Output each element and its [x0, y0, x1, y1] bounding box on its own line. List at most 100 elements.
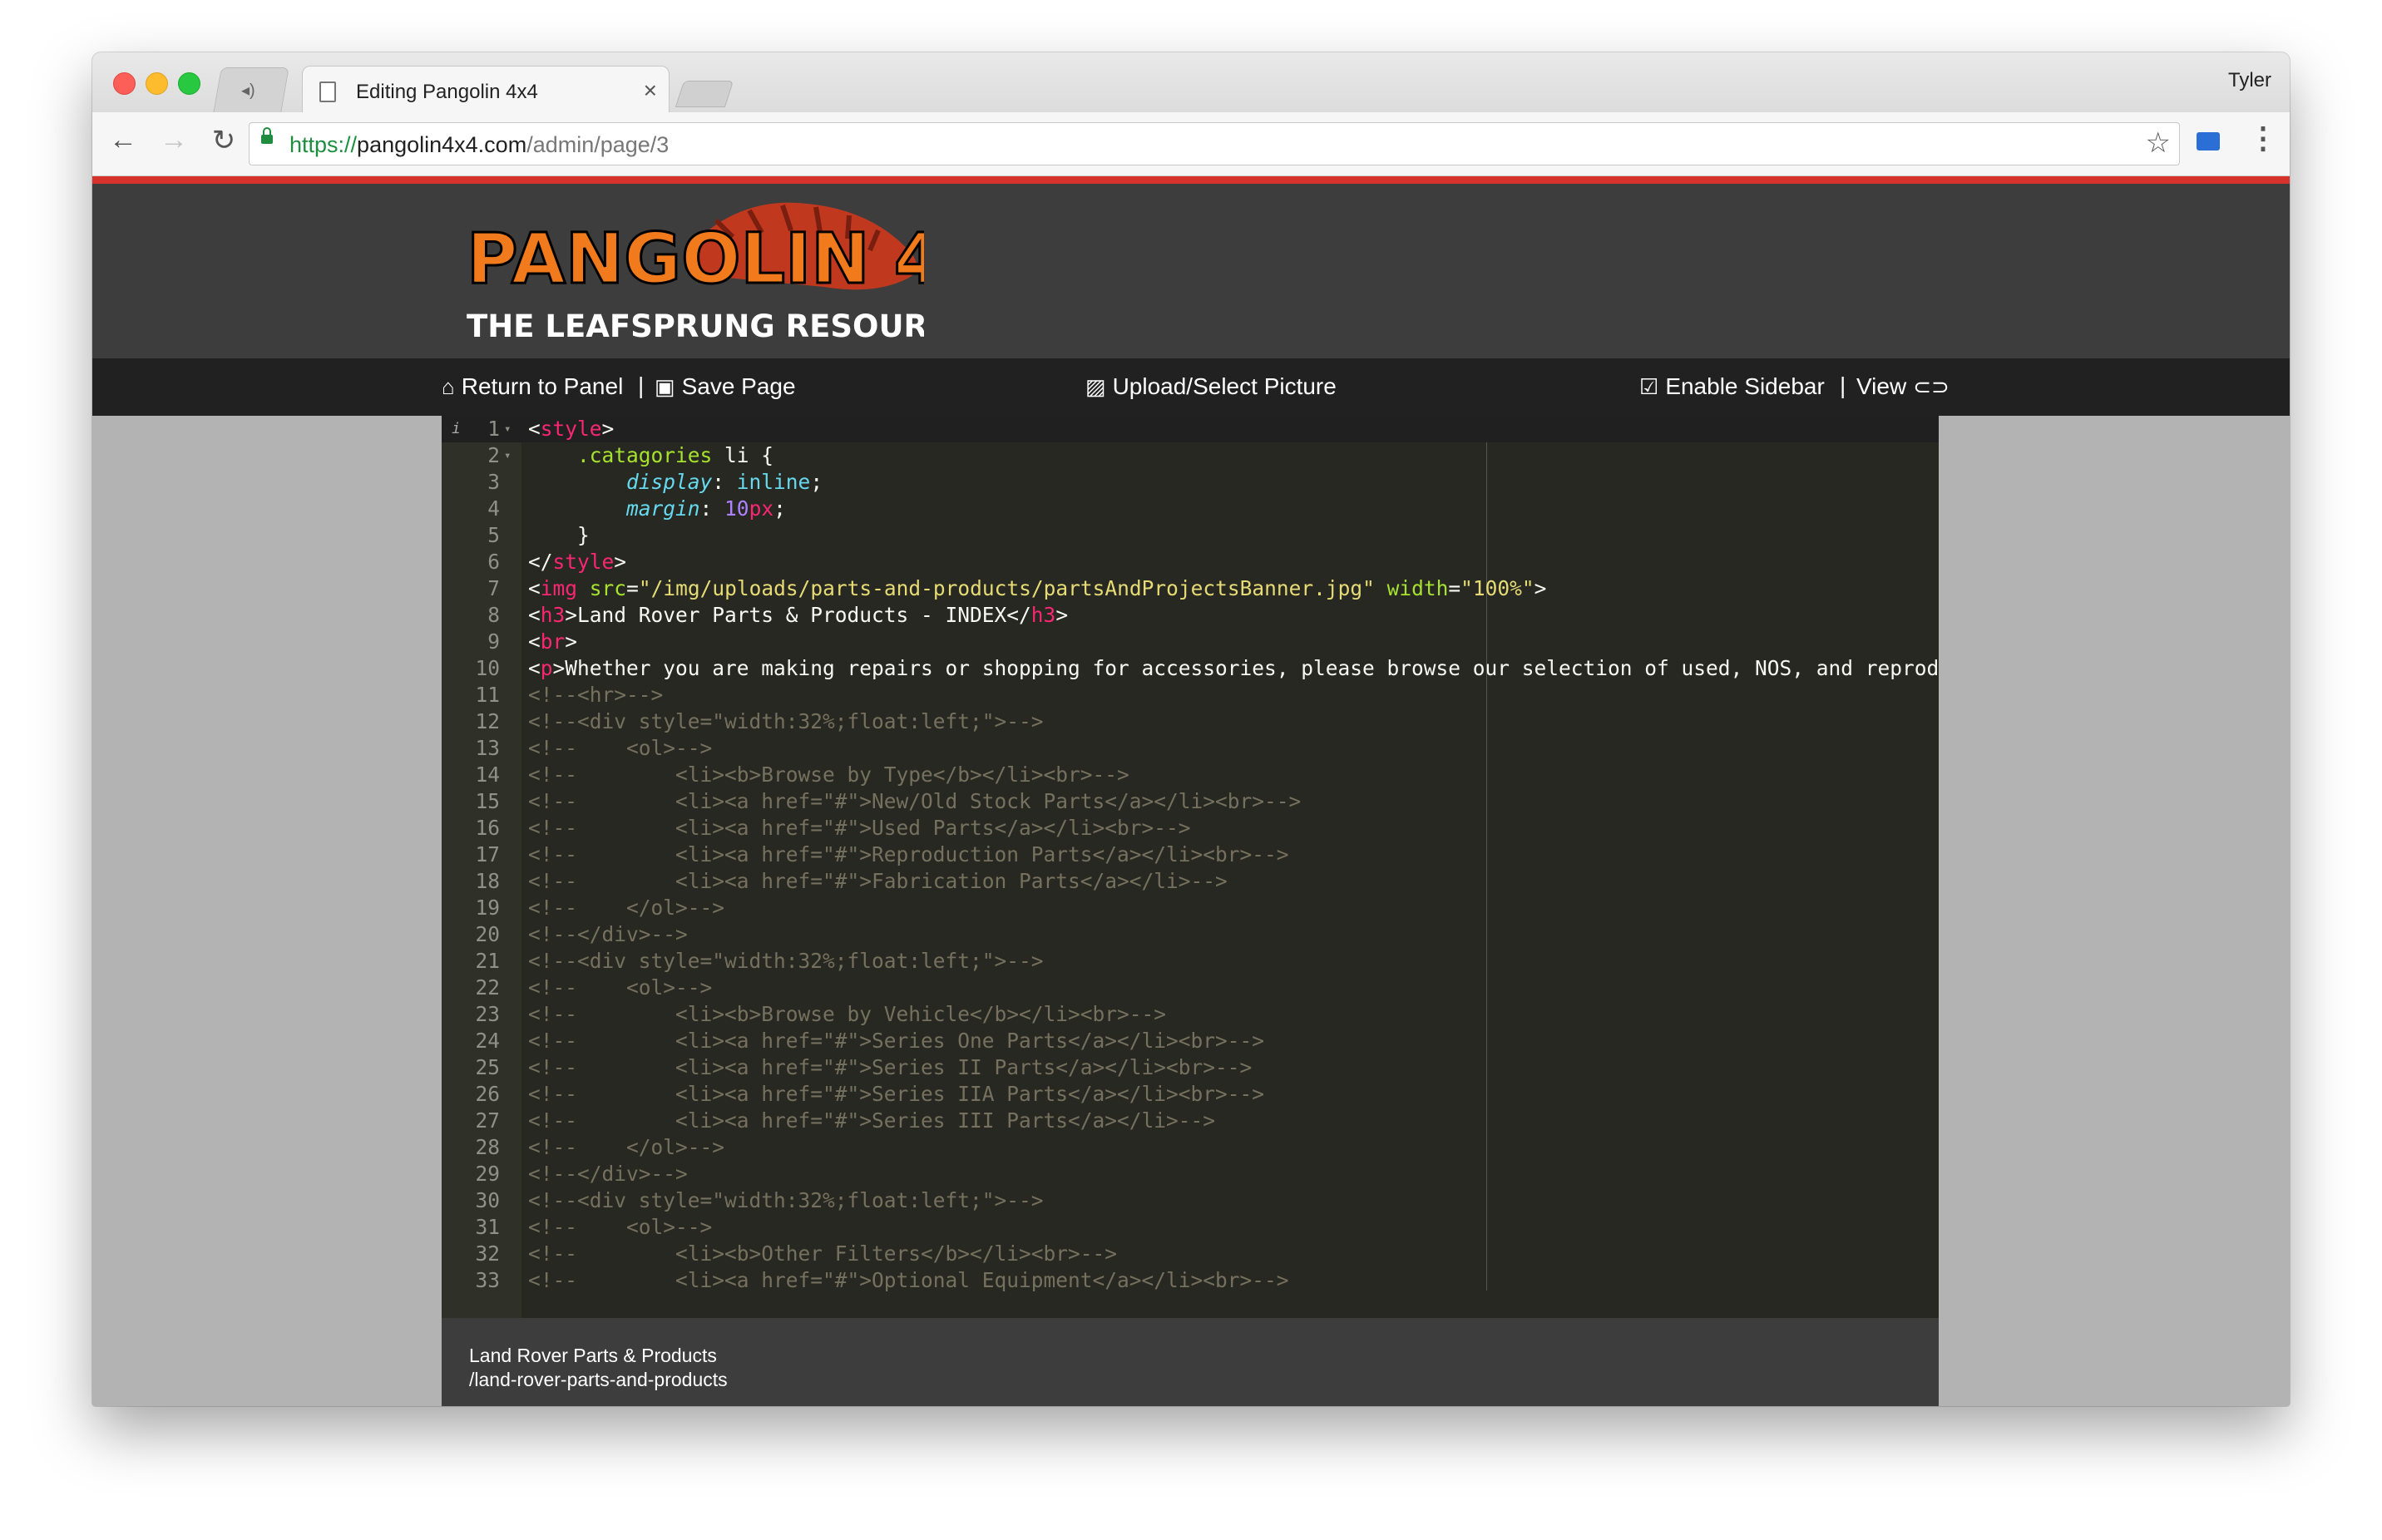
line-number: 19: [475, 896, 500, 920]
code-token: >Whether you are making repairs or shopp…: [552, 656, 1939, 680]
code-line[interactable]: i 1 ▾ <style>: [442, 416, 1939, 442]
code-line[interactable]: 2 ▾ .catagories li {: [442, 442, 1939, 469]
page-title: Land Rover Parts & Products: [469, 1345, 717, 1366]
code-line[interactable]: 11 <!--<hr>-->: [442, 682, 1939, 708]
code-line[interactable]: 16 <!-- <li><a href="#">Used Parts</a></l…: [442, 815, 1939, 842]
code-text: <!-- <li><a href="#">Used Parts</a></li>…: [528, 815, 1191, 842]
profile-name[interactable]: Tyler: [2228, 69, 2271, 92]
code-line[interactable]: 19 <!-- </ol>-->: [442, 895, 1939, 921]
code-text: <br>: [528, 629, 577, 655]
code-line[interactable]: 28 <!-- </ol>-->: [442, 1134, 1939, 1161]
code-line[interactable]: 27 <!-- <li><a href="#">Series III Parts<…: [442, 1108, 1939, 1134]
code-token: <: [528, 629, 541, 654]
save-page-label: Save Page: [681, 373, 796, 399]
code-line[interactable]: 33 <!-- <li><a href="#">Optional Equipmen…: [442, 1267, 1939, 1294]
code-token: px: [749, 496, 774, 521]
code-line[interactable]: 14 <!-- <li><b>Browse by Type</b></li><br…: [442, 762, 1939, 788]
upload-picture-button[interactable]: ▨ Upload/Select Picture: [1085, 373, 1337, 400]
view-label: View: [1856, 373, 1907, 399]
code-text: <!--<div style="width:32%;float:left;">-…: [528, 708, 1044, 735]
code-line[interactable]: 17 <!-- <li><a href="#">Reproduction Part…: [442, 842, 1939, 868]
code-line[interactable]: 18 <!-- <li><a href="#">Fabrication Parts…: [442, 868, 1939, 895]
back-arrow-icon[interactable]: ←: [105, 124, 141, 156]
enable-sidebar-toggle[interactable]: ☑ Enable Sidebar: [1639, 373, 1825, 400]
code-text: <h3>Land Rover Parts & Products - INDEX<…: [528, 602, 1068, 629]
maximize-window-button[interactable]: [178, 72, 200, 95]
save-icon: ▣: [655, 374, 675, 399]
code-token: <!-- <ol>-->: [528, 736, 713, 760]
new-tab-button[interactable]: [675, 81, 734, 107]
line-number: 9: [487, 629, 500, 654]
code-text: margin: 10px;: [528, 496, 786, 522]
code-text: <!-- <li><b>Browse by Vehicle</b></li><b…: [528, 1001, 1166, 1028]
code-line[interactable]: 7 <img src="/img/uploads/parts-and-produc…: [442, 575, 1939, 602]
code-line[interactable]: 23 <!-- <li><b>Browse by Vehicle</b></li>…: [442, 1001, 1939, 1028]
code-line[interactable]: 4 margin: 10px;: [442, 496, 1939, 522]
line-number: 12: [475, 709, 500, 733]
line-number: 24: [475, 1029, 500, 1053]
code-line[interactable]: 30 <!--<div style="width:32%;float:left;"…: [442, 1187, 1939, 1214]
code-text: <!-- <li><b>Browse by Type</b></li><br>-…: [528, 762, 1129, 788]
code-token: }: [528, 523, 590, 547]
address-bar[interactable]: https://pangolin4x4.com/admin/page/3 ☆: [249, 122, 2180, 165]
code-token: style: [552, 550, 615, 574]
url-text[interactable]: https://pangolin4x4.com/admin/page/3: [289, 132, 669, 158]
code-line[interactable]: 5 }: [442, 522, 1939, 549]
code-line[interactable]: 9 <br>: [442, 629, 1939, 655]
code-line[interactable]: 26 <!-- <li><a href="#">Series IIA Parts<…: [442, 1081, 1939, 1108]
code-text: <style>: [528, 416, 614, 442]
code-line[interactable]: 29 <!--</div>-->: [442, 1161, 1939, 1187]
tab-title: Editing Pangolin 4x4: [356, 81, 538, 103]
code-line[interactable]: 10 <p>Whether you are making repairs or s…: [442, 655, 1939, 682]
bookmark-star-icon[interactable]: ☆: [2146, 126, 2171, 160]
minimize-window-button[interactable]: [146, 72, 168, 95]
line-number: 14: [475, 763, 500, 787]
return-to-panel-button[interactable]: ⌂ Return to Panel: [442, 373, 623, 400]
view-toggle[interactable]: View ⊂⊃: [1856, 373, 1950, 400]
reload-icon[interactable]: ↻: [205, 124, 242, 157]
code-token: display: [626, 470, 713, 494]
lock-icon: [261, 127, 273, 144]
code-line[interactable]: 15 <!-- <li><a href="#">New/Old Stock Par…: [442, 788, 1939, 815]
code-text: <!-- <ol>-->: [528, 1214, 712, 1241]
line-number: 32: [475, 1241, 500, 1266]
code-line[interactable]: 3 display: inline;: [442, 469, 1939, 496]
close-tab-icon[interactable]: ×: [644, 77, 657, 104]
code-text: <!-- <li><a href="#">Series II Parts</a>…: [528, 1054, 1252, 1081]
code-line[interactable]: 32 <!-- <li><b>Other Filters</b></li><br>…: [442, 1241, 1939, 1267]
code-token: <!--</div>-->: [528, 1162, 688, 1186]
tab-editing-page[interactable]: Editing Pangolin 4x4 ×: [302, 66, 670, 115]
code-text: <!-- <li><a href="#">Series One Parts</a…: [528, 1028, 1264, 1054]
code-line[interactable]: 25 <!-- <li><a href="#">Series II Parts</…: [442, 1054, 1939, 1081]
code-text: <!-- <li><a href="#">Series III Parts</a…: [528, 1108, 1215, 1134]
extension-icon[interactable]: [2197, 132, 2220, 151]
code-line[interactable]: 24 <!-- <li><a href="#">Series One Parts<…: [442, 1028, 1939, 1054]
close-window-button[interactable]: [113, 72, 136, 95]
code-editor[interactable]: i 1 ▾ <style> 2 ▾ .catagories li {3 display: …: [442, 416, 1939, 1318]
code-text: <!-- <li><a href="#">Reproduction Parts<…: [528, 842, 1289, 868]
code-text: .catagories li {: [528, 442, 773, 469]
fold-arrow-icon[interactable]: ▾: [504, 416, 511, 442]
code-line[interactable]: 12 <!--<div style="width:32%;float:left;"…: [442, 708, 1939, 735]
code-text: <!--</div>-->: [528, 1161, 688, 1187]
code-token: <!-- </ol>-->: [528, 1135, 725, 1159]
code-line[interactable]: 6 </style>: [442, 549, 1939, 575]
code-text: }: [528, 522, 590, 549]
code-token: >: [614, 550, 627, 574]
code-line[interactable]: 8 <h3>Land Rover Parts & Products - INDEX…: [442, 602, 1939, 629]
fold-arrow-icon[interactable]: ▾: [504, 442, 511, 469]
tab-muted-audio[interactable]: ◂): [213, 67, 289, 113]
code-line[interactable]: 13 <!-- <ol>-->: [442, 735, 1939, 762]
code-line[interactable]: 22 <!-- <ol>-->: [442, 975, 1939, 1001]
save-page-button[interactable]: ▣ Save Page: [655, 373, 796, 400]
code-line[interactable]: 31 <!-- <ol>-->: [442, 1214, 1939, 1241]
forward-arrow-icon[interactable]: →: [156, 124, 192, 156]
line-number: 15: [475, 789, 500, 813]
code-token: <!-- <li><a href="#">Series One Parts</a…: [528, 1029, 1265, 1053]
code-line[interactable]: 20 <!--</div>-->: [442, 921, 1939, 948]
menu-icon[interactable]: ⋮: [2248, 121, 2278, 155]
code-text: </style>: [528, 549, 626, 575]
code-line[interactable]: 21 <!--<div style="width:32%;float:left;"…: [442, 948, 1939, 975]
